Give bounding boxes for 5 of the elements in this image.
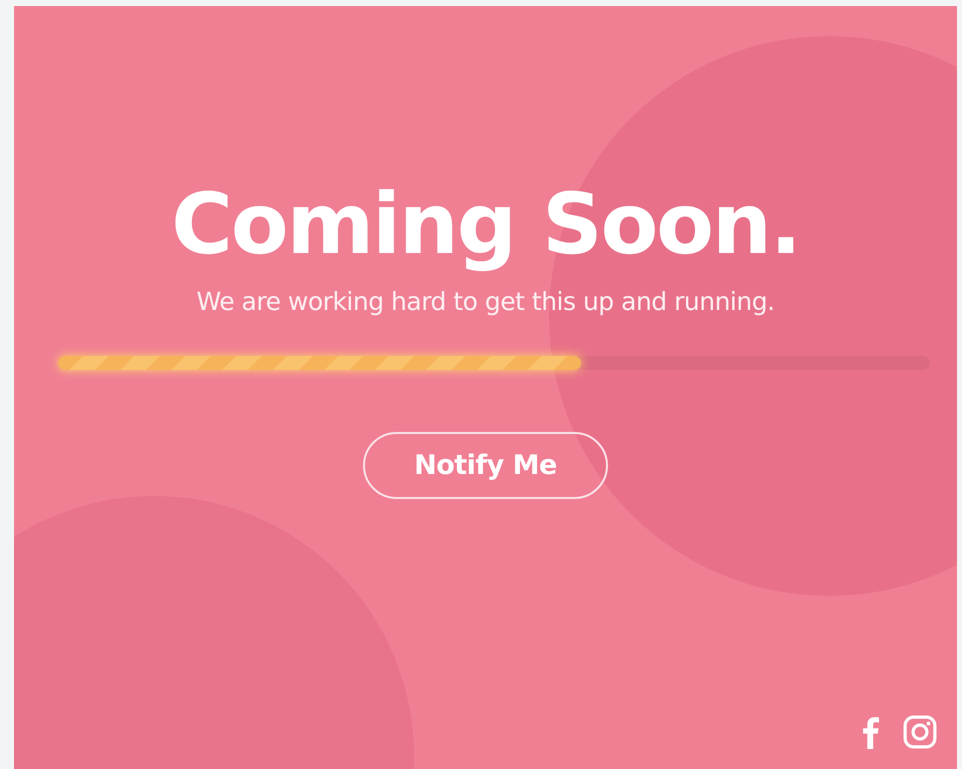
subtitle: We are working hard to get this up and running. (196, 286, 775, 316)
facebook-icon[interactable] (862, 715, 879, 749)
notify-button[interactable]: Notify Me (363, 432, 608, 499)
headline: Coming Soon. (171, 176, 800, 273)
instagram-icon[interactable] (903, 715, 937, 749)
